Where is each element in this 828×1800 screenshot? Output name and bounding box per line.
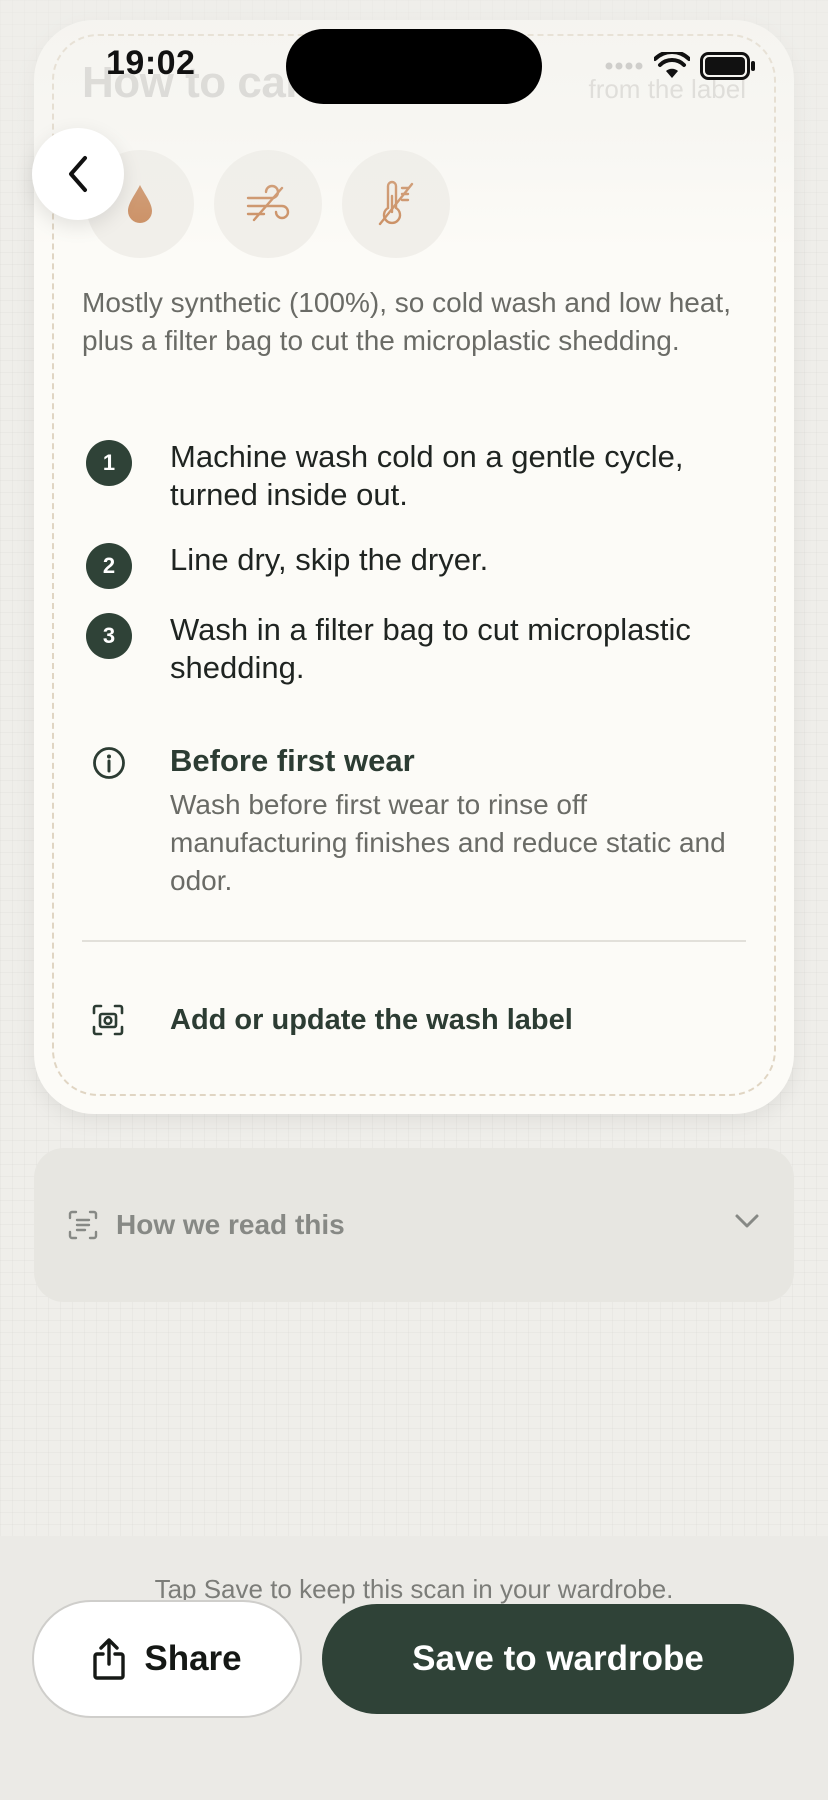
battery-icon	[700, 52, 755, 80]
step-number-badge: 2	[86, 543, 132, 589]
status-time: 19:02	[106, 44, 196, 82]
text-scan-icon	[68, 1210, 98, 1240]
care-summary: Mostly synthetic (100%), so cold wash an…	[82, 287, 731, 356]
low-heat-thermometer-icon	[342, 150, 450, 258]
signal-icon	[605, 62, 643, 70]
dynamic-island	[286, 29, 542, 104]
chevron-down-icon	[735, 1214, 759, 1228]
care-steps-list: 1 Machine wash cold on a gentle cycle, t…	[86, 438, 746, 687]
wifi-icon	[654, 52, 690, 78]
share-button[interactable]: Share	[32, 1600, 302, 1718]
how-we-read-this-label: How we read this	[116, 1209, 345, 1240]
save-label: Save to wardrobe	[412, 1639, 704, 1678]
step-text: Machine wash cold on a gentle cycle, tur…	[170, 439, 684, 512]
status-icons	[604, 52, 756, 80]
tip-body: Wash before first wear to rinse off manu…	[170, 789, 726, 896]
chevron-left-icon	[69, 156, 87, 192]
care-icons-row	[86, 150, 450, 258]
step-number-badge: 3	[86, 613, 132, 659]
how-we-read-this-panel[interactable]: How we read this	[34, 1148, 794, 1302]
care-step: 2 Line dry, skip the dryer.	[86, 541, 746, 589]
step-text: Line dry, skip the dryer.	[170, 542, 489, 577]
tip-title: Before first wear	[170, 743, 415, 778]
add-wash-label-button[interactable]: Add or update the wash label	[86, 998, 746, 1048]
air-dry-icon	[214, 150, 322, 258]
step-number-badge: 1	[86, 440, 132, 486]
save-to-wardrobe-button[interactable]: Save to wardrobe	[322, 1604, 794, 1714]
camera-scan-icon	[92, 1004, 124, 1036]
first-wear-tip: Before first wear Wash before first wear…	[86, 742, 746, 900]
add-wash-label-text: Add or update the wash label	[170, 1004, 573, 1036]
care-step: 1 Machine wash cold on a gentle cycle, t…	[86, 438, 746, 514]
info-icon	[93, 747, 125, 779]
bottom-action-bar: Tap Save to keep this scan in your wardr…	[0, 1536, 828, 1800]
share-icon	[93, 1638, 126, 1680]
step-text: Wash in a filter bag to cut microplastic…	[170, 612, 691, 685]
care-step: 3 Wash in a filter bag to cut microplast…	[86, 611, 746, 687]
back-button[interactable]	[32, 128, 124, 220]
share-label: Share	[144, 1639, 242, 1678]
divider	[82, 940, 746, 942]
